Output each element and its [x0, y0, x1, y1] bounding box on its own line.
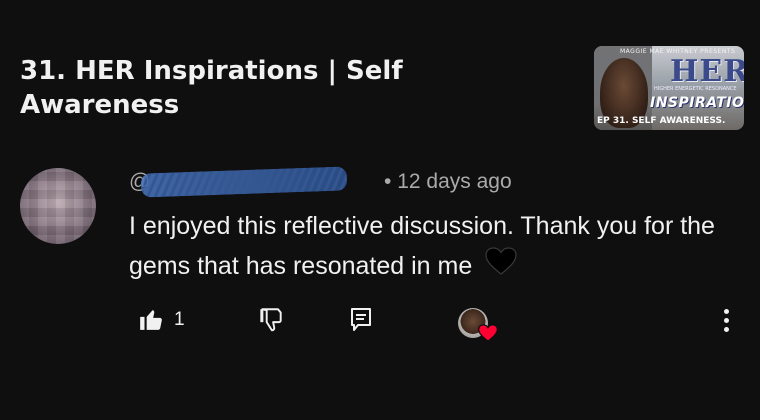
thumbs-down-icon — [260, 308, 282, 332]
creator-heart-icon — [478, 324, 498, 342]
like-count: 1 — [174, 309, 185, 330]
reply-comment-icon — [351, 308, 371, 331]
thumbnail-tagline: HIGHER ENERGETIC RESONANCE — [654, 86, 737, 92]
menu-dot — [723, 309, 729, 314]
handle-redaction-scribble — [140, 166, 348, 198]
menu-dot — [723, 318, 729, 323]
comment-body: I enjoyed this reflective discussion. Th… — [129, 212, 715, 280]
dislike-button[interactable] — [258, 306, 284, 339]
comment-meta: @ • 12 days ago — [129, 166, 512, 198]
thumbnail-episode: EP 31. SELF AWARENESS. — [597, 116, 726, 126]
commenter-handle[interactable]: @ — [129, 166, 378, 198]
comment-time[interactable]: 12 days ago — [397, 170, 511, 193]
reply-button[interactable] — [349, 306, 373, 339]
commenter-avatar[interactable] — [20, 168, 96, 244]
thumbnail-logo: HER — [670, 54, 744, 89]
video-title[interactable]: 31. HER Inspirations | Self Awareness — [20, 54, 540, 122]
creator-heart-badge[interactable] — [458, 308, 498, 344]
black-heart-icon — [485, 247, 517, 287]
thumbnail-subtitle: INSPIRATIONS — [650, 95, 744, 111]
like-button[interactable] — [138, 306, 164, 337]
menu-dot — [723, 327, 729, 332]
comment-text: I enjoyed this reflective discussion. Th… — [129, 206, 729, 287]
video-thumbnail[interactable]: MAGGIE MAE WHITNEY PRESENTS HER HIGHER E… — [594, 46, 744, 130]
meta-separator: • — [384, 170, 392, 193]
thumbs-up-filled-icon — [140, 310, 162, 330]
more-options-button[interactable] — [716, 309, 736, 335]
